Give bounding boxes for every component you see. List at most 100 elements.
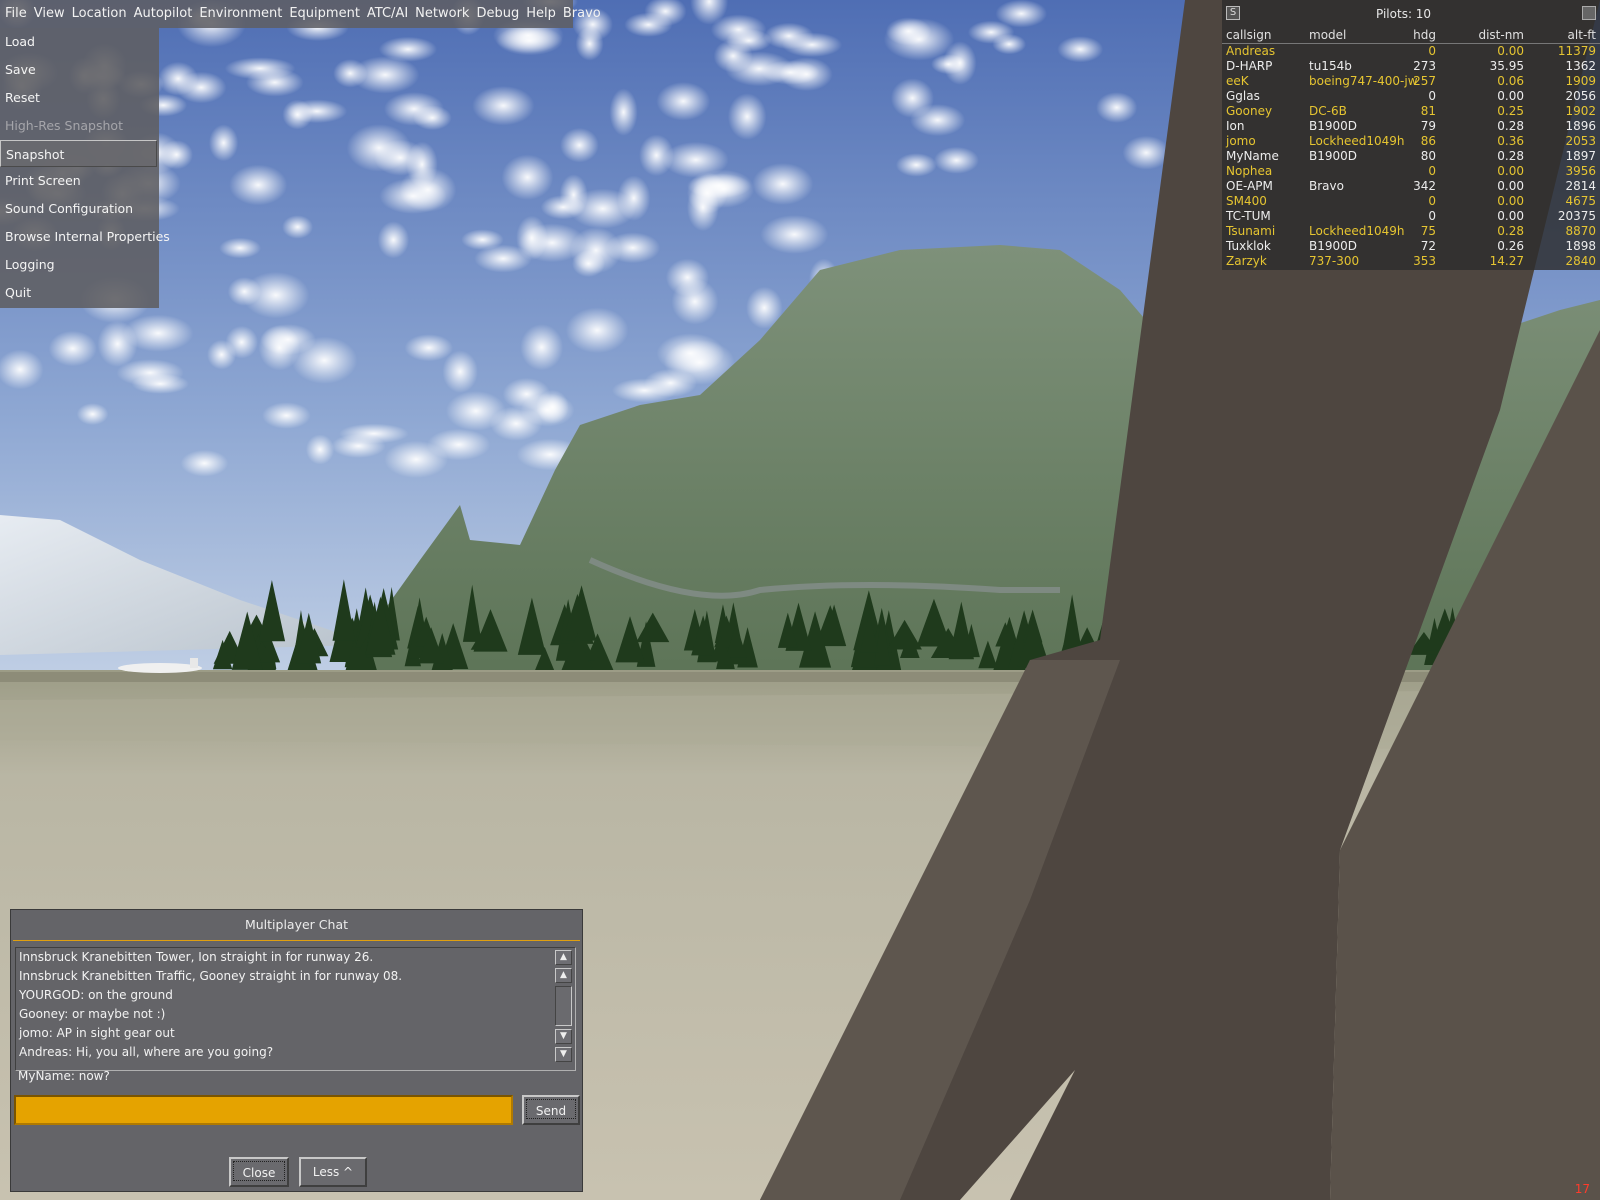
cell-model: Lockheed1049h [1309, 224, 1405, 238]
cell-hdg: 80 [1420, 149, 1436, 163]
scroll-track[interactable] [555, 986, 572, 1026]
cell-alt: 1897 [1565, 149, 1596, 163]
menu-view[interactable]: View [31, 0, 68, 28]
pilot-row: Andreas 0 0.00 11379 [1222, 44, 1600, 59]
scroll-down-icon[interactable]: ▼ [555, 1029, 572, 1044]
cell-model: 737-300 [1309, 254, 1360, 268]
chat-message: Andreas: Hi, you all, where are you goin… [19, 1045, 274, 1059]
pilot-list-icon[interactable]: S [1226, 6, 1240, 20]
cell-callsign: TC-TUM [1226, 209, 1271, 223]
cell-hdg: 0 [1428, 89, 1436, 103]
cell-dist: 0.00 [1497, 89, 1524, 103]
menu-bravo[interactable]: Bravo [560, 0, 604, 28]
pilot-row: Gooney DC-6B 81 0.25 1902 [1222, 104, 1600, 119]
chat-title: Multiplayer Chat [13, 910, 580, 941]
file-menu-item-save[interactable]: Save [0, 56, 159, 84]
file-menu-item-load[interactable]: Load [0, 28, 159, 56]
file-menu-item-snapshot[interactable]: Snapshot [0, 139, 157, 168]
chat-message: Innsbruck Kranebitten Tower, Ion straigh… [19, 950, 374, 964]
chat-message: jomo: AP in sight gear out [19, 1026, 175, 1040]
pilot-list-close-button[interactable] [1582, 6, 1596, 20]
pilot-row: OE-APM Bravo 342 0.00 2814 [1222, 179, 1600, 194]
cell-callsign: Andreas [1226, 44, 1276, 58]
cell-alt: 1902 [1565, 104, 1596, 118]
scroll-bottom-icon[interactable]: ▼ [555, 1047, 572, 1062]
cell-alt: 1896 [1565, 119, 1596, 133]
cell-callsign: OE-APM [1226, 179, 1273, 193]
menu-debug[interactable]: Debug [473, 0, 522, 28]
cell-callsign: MyName [1226, 149, 1279, 163]
menu-help[interactable]: Help [523, 0, 559, 28]
menu-atc-ai[interactable]: ATC/AI [364, 0, 411, 28]
pilot-table-header: callsign model hdg dist-nm alt-ft [1222, 28, 1600, 44]
send-button[interactable]: Send [522, 1095, 580, 1125]
chat-scrollbar[interactable]: ▲ ▲ ▼ ▼ [555, 950, 572, 1065]
menu-environment[interactable]: Environment [196, 0, 285, 28]
cell-alt: 11379 [1557, 44, 1596, 58]
cell-hdg: 75 [1420, 224, 1436, 238]
cell-alt: 1362 [1565, 59, 1596, 73]
send-button-label: Send [526, 1099, 576, 1119]
pilot-row: D-HARP tu154b 273 35.95 1362 [1222, 59, 1600, 74]
menu-location[interactable]: Location [69, 0, 130, 28]
pilot-row: Gglas 0 0.00 2056 [1222, 89, 1600, 104]
cell-alt: 3956 [1565, 164, 1596, 178]
cell-hdg: 0 [1428, 194, 1436, 208]
close-button[interactable]: Close [229, 1157, 289, 1187]
file-menu-item-quit[interactable]: Quit [0, 279, 159, 307]
pilot-list-header: S Pilots: 10 [1222, 0, 1600, 28]
chat-log[interactable]: Innsbruck Kranebitten Tower, Ion straigh… [15, 947, 576, 1071]
file-menu-item-print-screen[interactable]: Print Screen [0, 167, 159, 195]
cell-dist: 0.26 [1497, 239, 1524, 253]
file-menu-item-sound-configuration[interactable]: Sound Configuration [0, 195, 159, 223]
scroll-top-icon[interactable]: ▲ [555, 950, 572, 965]
col-alt: alt-ft [1567, 28, 1596, 42]
cell-dist: 0.00 [1497, 209, 1524, 223]
cell-dist: 0.28 [1497, 224, 1524, 238]
file-menu-item-reset[interactable]: Reset [0, 84, 159, 112]
cell-hdg: 86 [1420, 134, 1436, 148]
cell-dist: 35.95 [1489, 59, 1524, 73]
file-menu-item-high-res-snapshot: High-Res Snapshot [5, 117, 123, 133]
cell-model: DC-6B [1309, 104, 1347, 118]
cell-callsign: Tsunami [1226, 224, 1276, 238]
less-button[interactable]: Less ^ [299, 1157, 367, 1187]
file-menu-item-logging[interactable]: Logging [0, 251, 159, 279]
close-button-label: Close [233, 1161, 285, 1181]
pilot-count-title: Pilots: 10 [1376, 7, 1432, 21]
chat-message: Gooney: or maybe not :) [19, 1007, 166, 1021]
cell-dist: 0.28 [1497, 119, 1524, 133]
pilot-row: Tsunami Lockheed1049h 75 0.28 8870 [1222, 224, 1600, 239]
cell-hdg: 79 [1420, 119, 1436, 133]
cell-hdg: 81 [1420, 104, 1436, 118]
pilot-row: TC-TUM 0 0.00 20375 [1222, 209, 1600, 224]
pilot-row: Ion B1900D 79 0.28 1896 [1222, 119, 1600, 134]
cell-alt: 2814 [1565, 179, 1596, 193]
menu-equipment[interactable]: Equipment [286, 0, 363, 28]
menu-file[interactable]: File [2, 0, 30, 28]
col-hdg: hdg [1413, 28, 1436, 42]
cell-callsign: Zarzyk [1226, 254, 1267, 268]
cell-model: B1900D [1309, 119, 1358, 133]
menu-bar: File View Location Autopilot Environment Equi… [0, 0, 601, 28]
pilot-row: Nophea 0 0.00 3956 [1222, 164, 1600, 179]
cell-callsign: Gooney [1226, 104, 1273, 118]
cell-callsign: Tuxklok [1226, 239, 1271, 253]
cell-hdg: 0 [1428, 164, 1436, 178]
cell-alt: 1898 [1565, 239, 1596, 253]
chat-input[interactable] [14, 1095, 513, 1125]
pilot-row: eeK boeing747-400-jw 257 0.06 1909 [1222, 74, 1600, 89]
scroll-up-icon[interactable]: ▲ [555, 968, 572, 983]
cell-model: boeing747-400-jw [1309, 74, 1418, 88]
cell-alt: 4675 [1565, 194, 1596, 208]
frame-rate-counter: 17 [1574, 1182, 1590, 1196]
chat-message: Innsbruck Kranebitten Traffic, Gooney st… [19, 969, 403, 983]
menu-autopilot[interactable]: Autopilot [131, 0, 196, 28]
file-menu-dropdown: Load Save Reset High-Res Snapshot Snapshot Pr… [0, 28, 170, 308]
pilot-row: MyName B1900D 80 0.28 1897 [1222, 149, 1600, 164]
cell-alt: 2840 [1565, 254, 1596, 268]
col-callsign: callsign [1226, 28, 1272, 42]
menu-network[interactable]: Network [412, 0, 472, 28]
file-menu-item-browse-internal-properties[interactable]: Browse Internal Properties [0, 223, 170, 251]
pilot-row: Tuxklok B1900D 72 0.26 1898 [1222, 239, 1600, 254]
